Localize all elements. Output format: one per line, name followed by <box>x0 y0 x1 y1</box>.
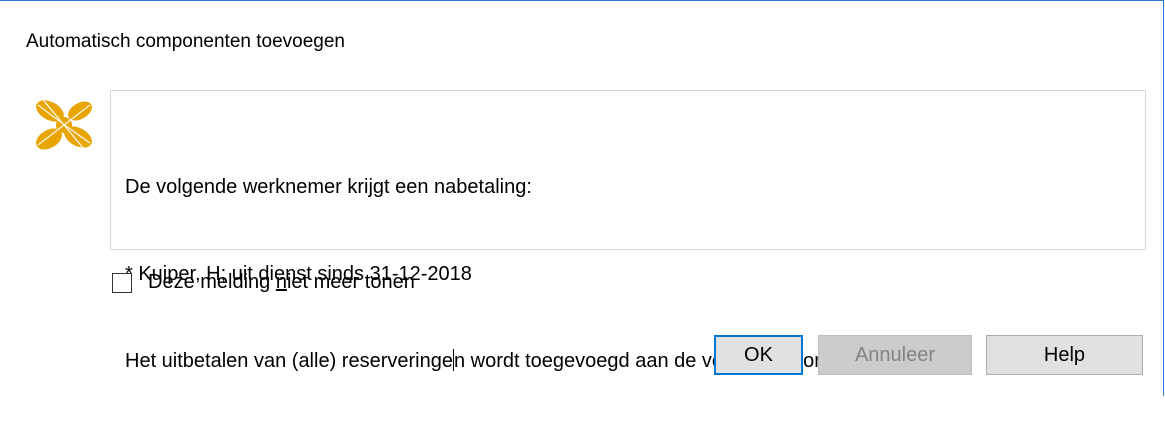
cancel-button[interactable]: Annuleer <box>818 335 972 375</box>
dont-show-again-checkbox[interactable] <box>112 272 132 293</box>
dialog-window: Automatisch componenten toevoegen De vol… <box>0 0 1164 396</box>
dialog-title: Automatisch componenten toevoegen <box>26 31 345 52</box>
message-line-3-start: Het uitbetalen van (alle) reserveringe <box>125 350 453 372</box>
dont-show-again-option[interactable]: Deze melding niet meer tonen <box>112 271 415 294</box>
message-line-1: De volgende werknemer krijgt een nabetal… <box>125 176 532 198</box>
flower-logo-icon <box>30 97 100 159</box>
message-textbox[interactable]: De volgende werknemer krijgt een nabetal… <box>110 90 1146 372</box>
dont-show-again-label[interactable]: Deze melding niet meer tonen <box>148 271 415 294</box>
help-button[interactable]: Help <box>986 335 1143 375</box>
ok-button[interactable]: OK <box>714 335 803 375</box>
